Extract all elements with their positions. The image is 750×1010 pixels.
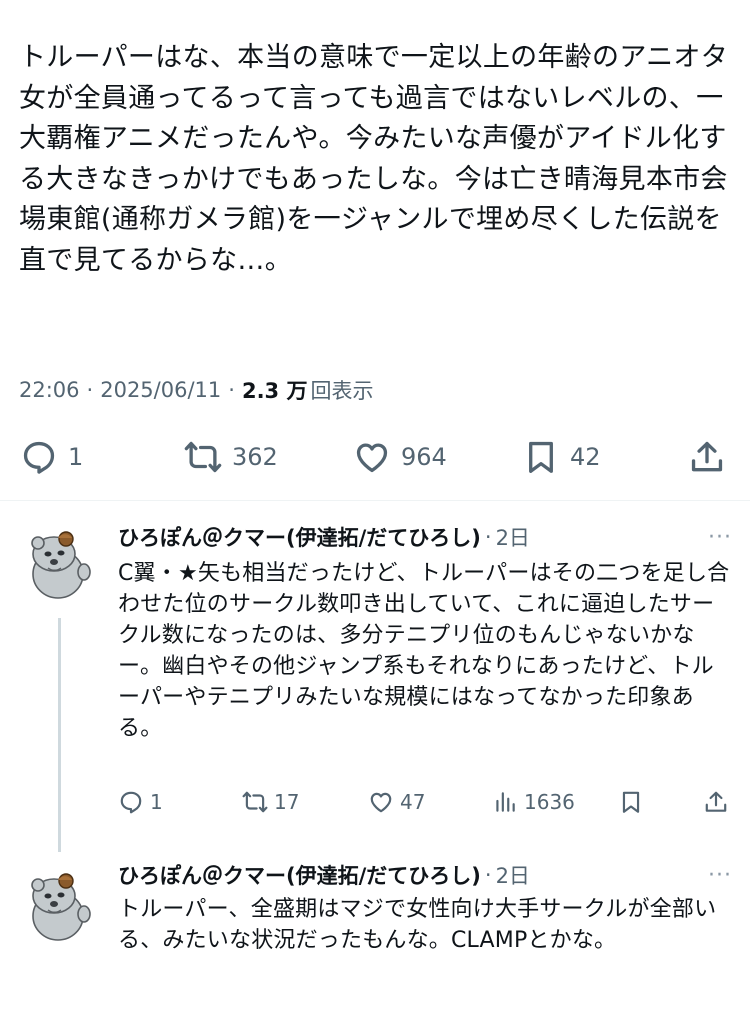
reply-button[interactable]: 1 — [20, 432, 83, 482]
like-icon — [370, 792, 392, 813]
like-button[interactable]: 964 — [353, 432, 447, 482]
bookmark-count: 42 — [570, 443, 601, 471]
reply-text: トルーパー、全盛期はマジで女性向け大手サークルが全部いる、みたいな状況だったもん… — [118, 897, 717, 953]
bookmark-button[interactable]: 42 — [522, 432, 601, 482]
retweet-button[interactable]: 362 — [184, 432, 278, 482]
user-name[interactable]: ひろぽん＠クマー(伊達拓/だてひろし) — [118, 860, 481, 890]
views-button[interactable]: 1636 — [492, 784, 575, 820]
retweet-icon — [242, 791, 268, 813]
user-name[interactable]: ひろぽん＠クマー(伊達拓/だてひろし) — [118, 522, 481, 552]
like-icon — [356, 443, 388, 473]
share-button[interactable] — [703, 784, 729, 820]
avatar[interactable] — [18, 520, 100, 602]
reply-button[interactable]: 1 — [118, 784, 163, 820]
views-count: 2.3 万 — [241, 379, 308, 403]
reply-actions: 1 17 47 1636 — [118, 784, 730, 820]
reply-time[interactable]: 2日 — [496, 522, 530, 552]
like-count: 47 — [400, 790, 426, 814]
more-icon[interactable]: ··· — [702, 521, 732, 553]
meta-separator: · — [86, 378, 94, 402]
more-icon[interactable]: ··· — [702, 859, 732, 891]
views-count: 1636 — [524, 790, 575, 814]
reply-icon — [120, 791, 142, 814]
retweet-icon — [184, 441, 222, 473]
reply-icon — [23, 441, 55, 474]
bookmark-icon — [529, 441, 553, 473]
tweet-meta: 22:06 · 2025/06/11 · 2.3 万 回表示 — [19, 372, 373, 408]
views-icon — [496, 792, 515, 812]
retweet-count: 362 — [232, 443, 278, 471]
divider — [0, 500, 750, 501]
reply-header: ひろぽん＠クマー(伊達拓/だてひろし) · 2日 ··· — [118, 859, 732, 891]
retweet-button[interactable]: 17 — [242, 784, 299, 820]
like-button[interactable]: 47 — [368, 784, 425, 820]
share-icon — [691, 441, 723, 472]
reply-count: 1 — [150, 790, 163, 814]
header-separator: · — [484, 863, 492, 887]
share-button[interactable] — [688, 432, 726, 482]
bookmark-button[interactable] — [618, 784, 644, 820]
bear-avatar-icon — [18, 862, 100, 944]
meta-separator: · — [228, 378, 235, 402]
tweet-date[interactable]: 2025/06/11 — [100, 378, 221, 402]
like-count: 964 — [401, 443, 447, 471]
header-separator: · — [484, 525, 492, 549]
reply-text: C翼・★矢も相当だったけど、トルーパーはその二つを足し合わせた位のサークル数叩き… — [118, 561, 730, 741]
share-icon — [705, 791, 727, 812]
reply-header: ひろぽん＠クマー(伊達拓/だてひろし) · 2日 ··· — [118, 521, 732, 553]
bookmark-icon — [622, 791, 640, 813]
tweet-time[interactable]: 22:06 — [19, 378, 80, 402]
bear-avatar-icon — [18, 520, 100, 602]
reply-count: 1 — [68, 443, 84, 471]
avatar[interactable] — [18, 862, 100, 944]
retweet-count: 17 — [274, 790, 300, 814]
tweet-text: トルーパーはな、本当の意味で一定以上の年齢のアニオタ女が全員通ってるって言っても… — [19, 42, 728, 276]
tweet-actions: 1 362 964 42 — [16, 432, 732, 482]
reply-time[interactable]: 2日 — [496, 860, 530, 890]
views-label: 回表示 — [310, 379, 374, 403]
thread-line — [58, 618, 61, 852]
